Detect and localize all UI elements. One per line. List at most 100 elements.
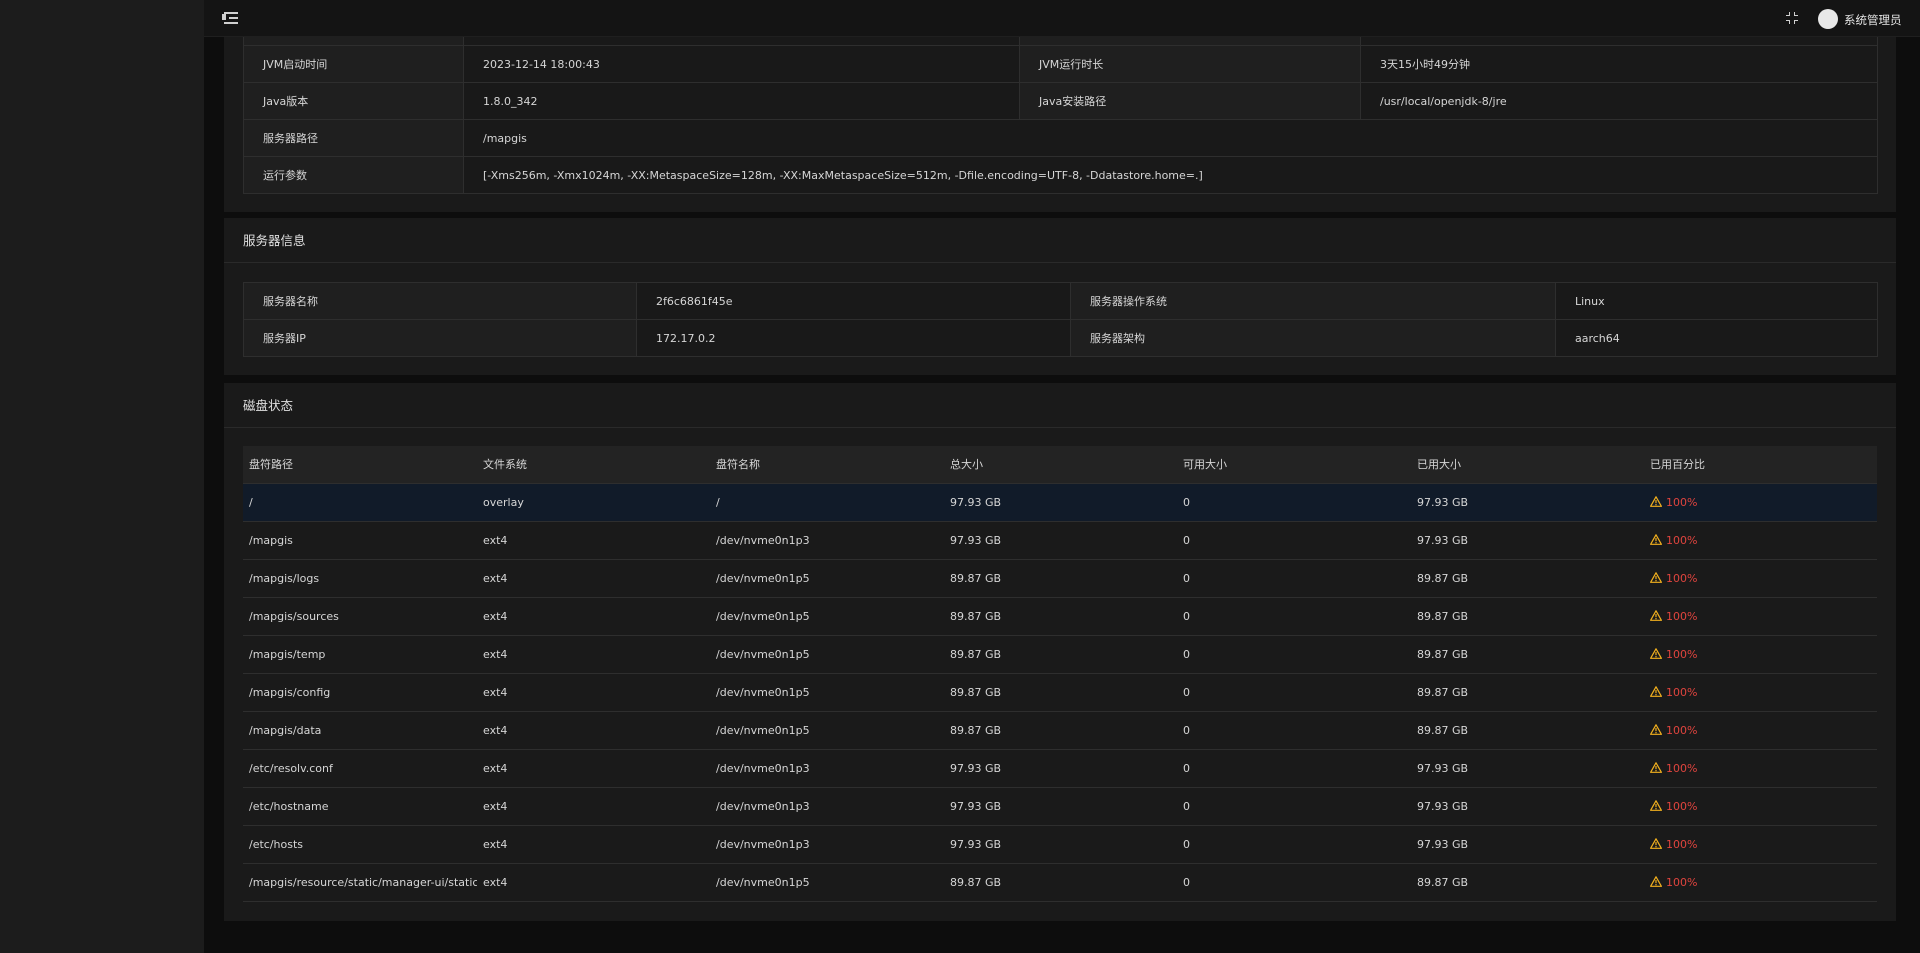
percent-value: 100% (1666, 761, 1698, 775)
table-row[interactable]: /etc/resolv.conf ext4/dev/nvme0n1p3 97.93 … (243, 749, 1877, 788)
warning-icon (1650, 685, 1662, 697)
table-row[interactable]: /mapgis/resource/static/manager-ui/stati… (243, 863, 1877, 902)
cell-free: 0 (1177, 863, 1411, 902)
fullscreen-icon[interactable] (1786, 12, 1798, 24)
sidebar (0, 0, 204, 953)
cell-free: 0 (1177, 825, 1411, 864)
cell-name: / (710, 483, 944, 522)
cell-percent: 100% (1644, 863, 1877, 902)
cell-path: /mapgis/sources (243, 597, 477, 636)
cell-path: /etc/hosts (243, 825, 477, 864)
cell-used: 97.93 GB (1411, 825, 1644, 864)
cell-free: 0 (1177, 635, 1411, 674)
column-header[interactable]: 可用大小 (1177, 446, 1411, 484)
info-label: 服务器架构 (1070, 319, 1556, 357)
cell-percent: 100% (1644, 521, 1877, 560)
cell-fs: ext4 (477, 825, 710, 864)
cell-name: /dev/nvme0n1p5 (710, 863, 944, 902)
cell-percent: 100% (1644, 597, 1877, 636)
info-value: /usr/local/openjdk-8/jre (1360, 82, 1878, 120)
percent-value: 100% (1666, 837, 1698, 851)
table-row[interactable]: /mapgis/logs ext4/dev/nvme0n1p5 89.87 GB 0 8… (243, 559, 1877, 598)
cell-fs: ext4 (477, 673, 710, 712)
cell-total: 97.93 GB (944, 825, 1177, 864)
percent-value: 100% (1666, 685, 1698, 699)
user-name[interactable]: 系统管理员 (1844, 12, 1902, 28)
info-value: [-Xms256m, -Xmx1024m, -XX:MetaspaceSize=… (463, 156, 1878, 194)
cell-total: 89.87 GB (944, 673, 1177, 712)
column-header[interactable]: 已用百分比 (1644, 446, 1877, 484)
table-row: JVM启动时间 2023-12-14 18:00:43 JVM运行时长 3天15… (243, 45, 1878, 83)
info-label: 服务器IP (243, 319, 637, 357)
cell-name: /dev/nvme0n1p5 (710, 597, 944, 636)
cell-free: 0 (1177, 597, 1411, 636)
cell-percent: 100% (1644, 483, 1877, 522)
info-value: /mapgis (463, 119, 1878, 157)
disk-table: 盘符路径 文件系统 盘符名称 总大小 可用大小 已用大小 已用百分比 / over… (243, 446, 1877, 902)
cell-percent: 100% (1644, 749, 1877, 788)
cell-free: 0 (1177, 711, 1411, 750)
table-row: 服务器IP 172.17.0.2 服务器架构 aarch64 (243, 319, 1878, 357)
table-row[interactable]: /etc/hosts ext4/dev/nvme0n1p3 97.93 GB 0 97.… (243, 825, 1877, 864)
column-header[interactable]: 盘符名称 (710, 446, 944, 484)
percent-value: 100% (1666, 799, 1698, 813)
info-label: Java版本 (243, 82, 464, 120)
table-row: 服务器路径 /mapgis (243, 119, 1878, 157)
cell-free: 0 (1177, 483, 1411, 522)
table-row[interactable]: / overlay/97.93 GB 0 97.93 GB 100% (243, 483, 1877, 522)
cell-used: 89.87 GB (1411, 597, 1644, 636)
cell-percent: 100% (1644, 673, 1877, 712)
table-row[interactable]: /mapgis/config ext4/dev/nvme0n1p5 89.87 GB… (243, 673, 1877, 712)
warning-icon (1650, 495, 1662, 507)
info-value: aarch64 (1555, 319, 1878, 357)
column-header[interactable]: 盘符路径 (243, 446, 477, 484)
disk-status-card: 磁盘状态 盘符路径 文件系统 盘符名称 总大小 可用大小 已用大小 已用百分比 … (224, 383, 1896, 921)
info-label: 服务器操作系统 (1070, 282, 1556, 320)
info-value: Linux (1555, 282, 1878, 320)
info-label: Java安装路径 (1019, 82, 1361, 120)
info-label: JVM启动时间 (243, 45, 464, 83)
table-row[interactable]: /etc/hostname ext4/dev/nvme0n1p3 97.93 GB 0… (243, 787, 1877, 826)
cell-fs: ext4 (477, 597, 710, 636)
cell-percent: 100% (1644, 825, 1877, 864)
table-row[interactable]: /mapgis/temp ext4/dev/nvme0n1p5 89.87 GB 0 8… (243, 635, 1877, 674)
cell-free: 0 (1177, 787, 1411, 826)
cell-fs: ext4 (477, 863, 710, 902)
cell-free: 0 (1177, 673, 1411, 712)
card-title: 服务器信息 (224, 218, 1896, 263)
server-info-card: 服务器信息 服务器名称 2f6c6861f45e 服务器操作系统 Linux 服… (224, 218, 1896, 375)
cell-used: 89.87 GB (1411, 673, 1644, 712)
cell-path: /etc/hostname (243, 787, 477, 826)
cell-path: /mapgis (243, 521, 477, 560)
table-row: Java版本 1.8.0_342 Java安装路径 /usr/local/ope… (243, 82, 1878, 120)
cell-total: 97.93 GB (944, 483, 1177, 522)
column-header[interactable]: 总大小 (944, 446, 1177, 484)
cell-used: 89.87 GB (1411, 863, 1644, 902)
cell-path: /mapgis/data (243, 711, 477, 750)
warning-icon (1650, 533, 1662, 545)
warning-icon (1650, 609, 1662, 621)
table-row[interactable]: /mapgis/sources ext4/dev/nvme0n1p5 89.87 G… (243, 597, 1877, 636)
avatar[interactable] (1818, 9, 1838, 29)
table-row[interactable]: /mapgis ext4/dev/nvme0n1p3 97.93 GB 0 97.93 … (243, 521, 1877, 560)
cell-fs: ext4 (477, 711, 710, 750)
cell-fs: ext4 (477, 635, 710, 674)
cell-free: 0 (1177, 521, 1411, 560)
cell-fs: ext4 (477, 787, 710, 826)
cell-name: /dev/nvme0n1p5 (710, 635, 944, 674)
menu-fold-icon[interactable] (222, 11, 238, 25)
percent-value: 100% (1666, 723, 1698, 737)
cell-used: 89.87 GB (1411, 635, 1644, 674)
table-row[interactable]: /mapgis/data ext4/dev/nvme0n1p5 89.87 GB 0 8… (243, 711, 1877, 750)
column-header[interactable]: 文件系统 (477, 446, 710, 484)
warning-icon (1650, 875, 1662, 887)
percent-value: 100% (1666, 495, 1698, 509)
column-header[interactable]: 已用大小 (1411, 446, 1644, 484)
percent-value: 100% (1666, 875, 1698, 889)
warning-icon (1650, 647, 1662, 659)
cell-used: 97.93 GB (1411, 483, 1644, 522)
cell-fs: ext4 (477, 521, 710, 560)
warning-icon (1650, 837, 1662, 849)
info-label: JVM运行时长 (1019, 45, 1361, 83)
cell-percent: 100% (1644, 711, 1877, 750)
